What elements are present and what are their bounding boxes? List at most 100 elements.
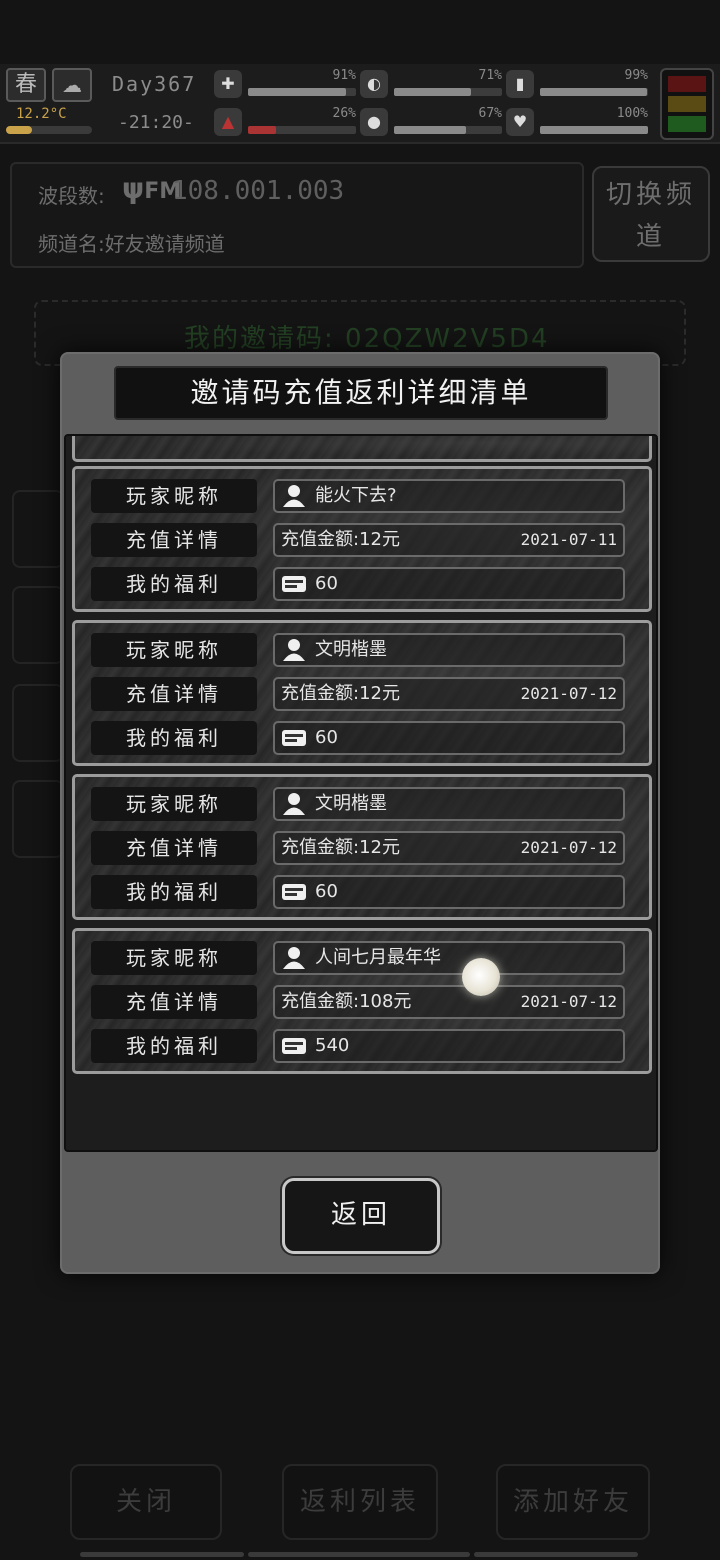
stat-energy: ▮ 99%: [506, 68, 648, 102]
signal-indicator: [660, 68, 714, 140]
detail-row: 充值详情 充值金额:108元 2021-07-12: [91, 985, 631, 1019]
reward-row: 我的福利 60: [91, 567, 631, 601]
ticket-icon: [282, 1038, 306, 1054]
radio-panel: 波段数: ψFM 108.001.003 频道名:好友邀请频道: [10, 162, 584, 268]
detail-row: 充值详情 充值金额:12元 2021-07-12: [91, 831, 631, 865]
side-button[interactable]: [12, 490, 64, 568]
detail-field: 充值金额:12元 2021-07-11: [273, 523, 625, 557]
player-row: 玩家昵称 文明楷墨: [91, 633, 631, 667]
stat-value: 99%: [624, 68, 648, 83]
detail-field: 充值金额:12元 2021-07-12: [273, 677, 625, 711]
stat-value: 71%: [478, 68, 502, 83]
side-button[interactable]: [12, 780, 64, 858]
player-field: 文明楷墨: [273, 633, 625, 667]
player-field: 文明楷墨: [273, 787, 625, 821]
side-button[interactable]: [12, 684, 64, 762]
temperature-bar: [6, 126, 92, 134]
stat-stamina: ▲ 26%: [214, 106, 356, 140]
stat-value: 67%: [478, 106, 502, 121]
ticket-icon: [282, 730, 306, 746]
stat-health: ✚ 91%: [214, 68, 356, 102]
date-value: 2021-07-11: [520, 530, 617, 549]
close-button[interactable]: 关闭: [70, 1464, 222, 1540]
stat-value: 26%: [332, 106, 356, 121]
detail-field: 充值金额:12元 2021-07-12: [273, 831, 625, 865]
game-clock: -21:20-: [118, 112, 194, 133]
list-item: 玩家昵称 文明楷墨 充值详情 充值金额:12元 2021-07-12 我的福利 …: [72, 774, 652, 920]
row-label: 充值详情: [91, 677, 257, 711]
temperature-label: 12.2°C: [16, 106, 67, 122]
player-row: 玩家昵称 能火下去?: [91, 479, 631, 513]
channel-name: 频道名:好友邀请频道: [38, 232, 225, 256]
ticket-icon: [282, 884, 306, 900]
detail-field: 充值金额:108元 2021-07-12: [273, 985, 625, 1019]
season-indicator: 春: [6, 68, 46, 102]
reward-field: 540: [273, 1029, 625, 1063]
user-icon: [283, 793, 305, 815]
reward-field: 60: [273, 567, 625, 601]
stat-value: 100%: [616, 106, 648, 121]
stat-value: 91%: [332, 68, 356, 83]
detail-row: 充值详情 充值金额:12元 2021-07-12: [91, 677, 631, 711]
day-counter: Day367: [112, 72, 197, 96]
reward-row: 我的福利 540: [91, 1029, 631, 1063]
date-value: 2021-07-12: [520, 838, 617, 857]
nav-bar-segment: [474, 1552, 638, 1557]
list-item: [72, 436, 652, 462]
list-item: 玩家昵称 能火下去? 充值详情 充值金额:12元 2021-07-11 我的福利…: [72, 466, 652, 612]
nav-bar-segment: [80, 1552, 244, 1557]
reward-row: 我的福利 60: [91, 875, 631, 909]
side-button[interactable]: [12, 586, 64, 664]
row-label: 玩家昵称: [91, 787, 257, 821]
user-icon: [283, 639, 305, 661]
nav-bar-segment: [248, 1552, 470, 1557]
row-label: 玩家昵称: [91, 941, 257, 975]
row-label: 充值详情: [91, 985, 257, 1019]
reward-field: 60: [273, 875, 625, 909]
boot-icon: ▲: [214, 108, 242, 136]
stomach-icon: ◐: [360, 70, 388, 98]
heart-icon: ♥: [506, 108, 534, 136]
add-friend-button[interactable]: 添加好友: [496, 1464, 650, 1540]
status-hud: 春 ☁ 12.2°C Day367 -21:20- ✚ 91% ◐ 71% ▮ …: [0, 64, 720, 144]
back-button[interactable]: 返回: [282, 1178, 440, 1254]
row-label: 我的福利: [91, 567, 257, 601]
rebate-list[interactable]: 玩家昵称 能火下去? 充值详情 充值金额:12元 2021-07-11 我的福利…: [64, 434, 658, 1152]
touch-indicator: [462, 958, 500, 996]
row-label: 我的福利: [91, 875, 257, 909]
detail-row: 充值详情 充值金额:12元 2021-07-11: [91, 523, 631, 557]
date-value: 2021-07-12: [520, 684, 617, 703]
health-icon: ✚: [214, 70, 242, 98]
row-label: 充值详情: [91, 831, 257, 865]
player-field: 人间七月最年华: [273, 941, 625, 975]
player-field: 能火下去?: [273, 479, 625, 513]
stat-mood: ♥ 100%: [506, 106, 648, 140]
rebate-list-button[interactable]: 返利列表: [282, 1464, 438, 1540]
user-icon: [283, 947, 305, 969]
switch-channel-button[interactable]: 切换频道: [592, 166, 710, 262]
row-label: 我的福利: [91, 1029, 257, 1063]
weather-icon: ☁: [52, 68, 92, 102]
invite-code-text: 我的邀请码: 02QZW2V5D4: [184, 324, 550, 354]
player-row: 玩家昵称 文明楷墨: [91, 787, 631, 821]
list-item: 玩家昵称 人间七月最年华 充值详情 充值金额:108元 2021-07-12 我…: [72, 928, 652, 1074]
row-label: 充值详情: [91, 523, 257, 557]
rebate-detail-dialog: 邀请码充值返利详细清单 玩家昵称 能火下去? 充值详情 充值金额:12元 202…: [60, 352, 660, 1274]
user-icon: [283, 485, 305, 507]
list-item: 玩家昵称 文明楷墨 充值详情 充值金额:12元 2021-07-12 我的福利 …: [72, 620, 652, 766]
ticket-icon: [282, 576, 306, 592]
row-label: 玩家昵称: [91, 633, 257, 667]
stat-thirst: ● 67%: [360, 106, 502, 140]
player-row: 玩家昵称 人间七月最年华: [91, 941, 631, 975]
energy-icon: ▮: [506, 70, 534, 98]
date-value: 2021-07-12: [520, 992, 617, 1011]
reward-row: 我的福利 60: [91, 721, 631, 755]
reward-field: 60: [273, 721, 625, 755]
band-label: 波段数:: [38, 184, 105, 208]
dialog-title: 邀请码充值返利详细清单: [114, 366, 608, 420]
row-label: 我的福利: [91, 721, 257, 755]
frequency-value: 108.001.003: [172, 176, 345, 206]
water-icon: ●: [360, 108, 388, 136]
row-label: 玩家昵称: [91, 479, 257, 513]
stat-hunger: ◐ 71%: [360, 68, 502, 102]
